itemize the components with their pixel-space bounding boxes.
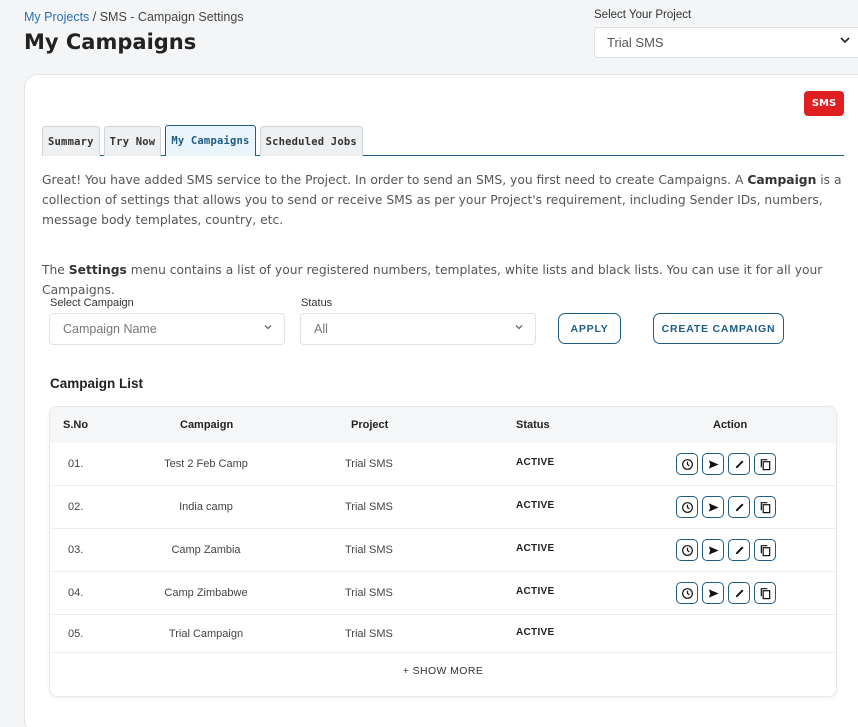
- clock-icon[interactable]: [676, 582, 698, 604]
- table-row: 02. India camp Trial SMS ACTIVE: [50, 486, 836, 529]
- pencil-icon[interactable]: [728, 496, 750, 518]
- copy-icon[interactable]: [754, 582, 776, 604]
- settings-text-2: menu contains a list of your registered …: [42, 263, 823, 297]
- row-status: ACTIVE: [516, 627, 555, 638]
- select-campaign-value: Campaign Name: [63, 322, 157, 336]
- row-sno: 01.: [68, 458, 84, 470]
- row-status: ACTIVE: [516, 500, 555, 511]
- breadcrumb-current: SMS - Campaign Settings: [99, 10, 244, 24]
- row-project: Trial SMS: [345, 587, 393, 599]
- row-campaign: India camp: [179, 501, 233, 513]
- intro-text-1: Great! You have added SMS service to the…: [42, 173, 748, 187]
- send-icon[interactable]: [702, 496, 724, 518]
- pencil-icon[interactable]: [728, 539, 750, 561]
- chevron-down-icon: [514, 322, 524, 335]
- row-actions: [676, 582, 776, 604]
- settings-bold: Settings: [68, 263, 127, 277]
- sms-badge: SMS: [804, 91, 844, 116]
- row-project: Trial SMS: [345, 628, 393, 640]
- row-campaign: Camp Zambia: [171, 544, 241, 556]
- campaign-list-title: Campaign List: [50, 376, 144, 391]
- header-action: Action: [713, 419, 748, 431]
- chevron-down-icon: [263, 322, 273, 335]
- chevron-down-icon: [839, 34, 851, 49]
- table-row: 03. Camp Zambia Trial SMS ACTIVE: [50, 529, 836, 572]
- row-sno: 02.: [68, 501, 84, 513]
- campaign-table: S.No Campaign Project Status Action 01. …: [49, 406, 837, 697]
- select-campaign-label: Select Campaign: [50, 297, 134, 309]
- tab-my-campaigns[interactable]: My Campaigns: [165, 125, 256, 156]
- settings-text-1: The: [42, 263, 69, 277]
- row-status: ACTIVE: [516, 543, 555, 554]
- row-project: Trial SMS: [345, 544, 393, 556]
- copy-icon[interactable]: [754, 453, 776, 475]
- tab-bar: Summary Try Now My Campaigns Scheduled J…: [42, 125, 844, 156]
- row-campaign: Trial Campaign: [168, 628, 244, 640]
- copy-icon[interactable]: [754, 496, 776, 518]
- row-status: ACTIVE: [516, 586, 555, 597]
- breadcrumb-link-my-projects[interactable]: My Projects: [24, 10, 89, 24]
- status-label: Status: [301, 297, 333, 309]
- row-sno: 04.: [68, 587, 84, 599]
- select-campaign-dropdown[interactable]: Campaign Name: [49, 313, 285, 345]
- table-row: 05. Trial Campaign Trial SMS ACTIVE: [50, 615, 836, 653]
- tab-summary[interactable]: Summary: [42, 126, 100, 156]
- row-actions: [676, 453, 776, 475]
- row-campaign: Camp Zimbabwe: [164, 587, 248, 599]
- settings-paragraph: The Settings menu contains a list of you…: [42, 260, 847, 300]
- intro-paragraph: Great! You have added SMS service to the…: [42, 170, 847, 230]
- breadcrumb-separator: /: [89, 10, 100, 24]
- copy-icon[interactable]: [754, 539, 776, 561]
- pencil-icon[interactable]: [728, 453, 750, 475]
- row-status: ACTIVE: [516, 457, 555, 468]
- tab-scheduled-jobs[interactable]: Scheduled Jobs: [259, 126, 363, 156]
- status-value: All: [314, 322, 328, 336]
- project-select-value: Trial SMS: [607, 35, 664, 50]
- clock-icon[interactable]: [676, 539, 698, 561]
- send-icon[interactable]: [702, 582, 724, 604]
- send-icon[interactable]: [702, 539, 724, 561]
- row-campaign: Test 2 Feb Camp: [164, 458, 248, 470]
- header-campaign: Campaign: [180, 419, 234, 431]
- row-sno: 03.: [68, 544, 84, 556]
- table-row: 04. Camp Zimbabwe Trial SMS ACTIVE: [50, 572, 836, 615]
- header-sno: S.No: [63, 419, 89, 431]
- row-sno: 05.: [68, 628, 84, 640]
- row-project: Trial SMS: [345, 458, 393, 470]
- clock-icon[interactable]: [676, 496, 698, 518]
- breadcrumb: My Projects / SMS - Campaign Settings: [24, 10, 244, 24]
- header-status: Status: [516, 419, 550, 431]
- send-icon[interactable]: [702, 453, 724, 475]
- header-project: Project: [351, 419, 389, 431]
- row-actions: [676, 539, 776, 561]
- page-title: My Campaigns: [24, 30, 197, 54]
- clock-icon[interactable]: [676, 453, 698, 475]
- project-select-label: Select Your Project: [594, 9, 692, 21]
- intro-bold-campaign: Campaign: [747, 173, 817, 187]
- row-actions: [676, 496, 776, 518]
- project-select[interactable]: Trial SMS: [594, 27, 858, 58]
- table-header: S.No Campaign Project Status Action: [50, 407, 836, 443]
- apply-button[interactable]: APPLY: [558, 313, 621, 344]
- row-project: Trial SMS: [345, 501, 393, 513]
- tab-try-now[interactable]: Try Now: [103, 126, 162, 156]
- pencil-icon[interactable]: [728, 582, 750, 604]
- table-row: 01. Test 2 Feb Camp Trial SMS ACTIVE: [50, 443, 836, 486]
- create-campaign-button[interactable]: CREATE CAMPAIGN: [653, 313, 784, 344]
- show-more-button[interactable]: + SHOW MORE: [50, 665, 836, 677]
- status-dropdown[interactable]: All: [300, 313, 536, 345]
